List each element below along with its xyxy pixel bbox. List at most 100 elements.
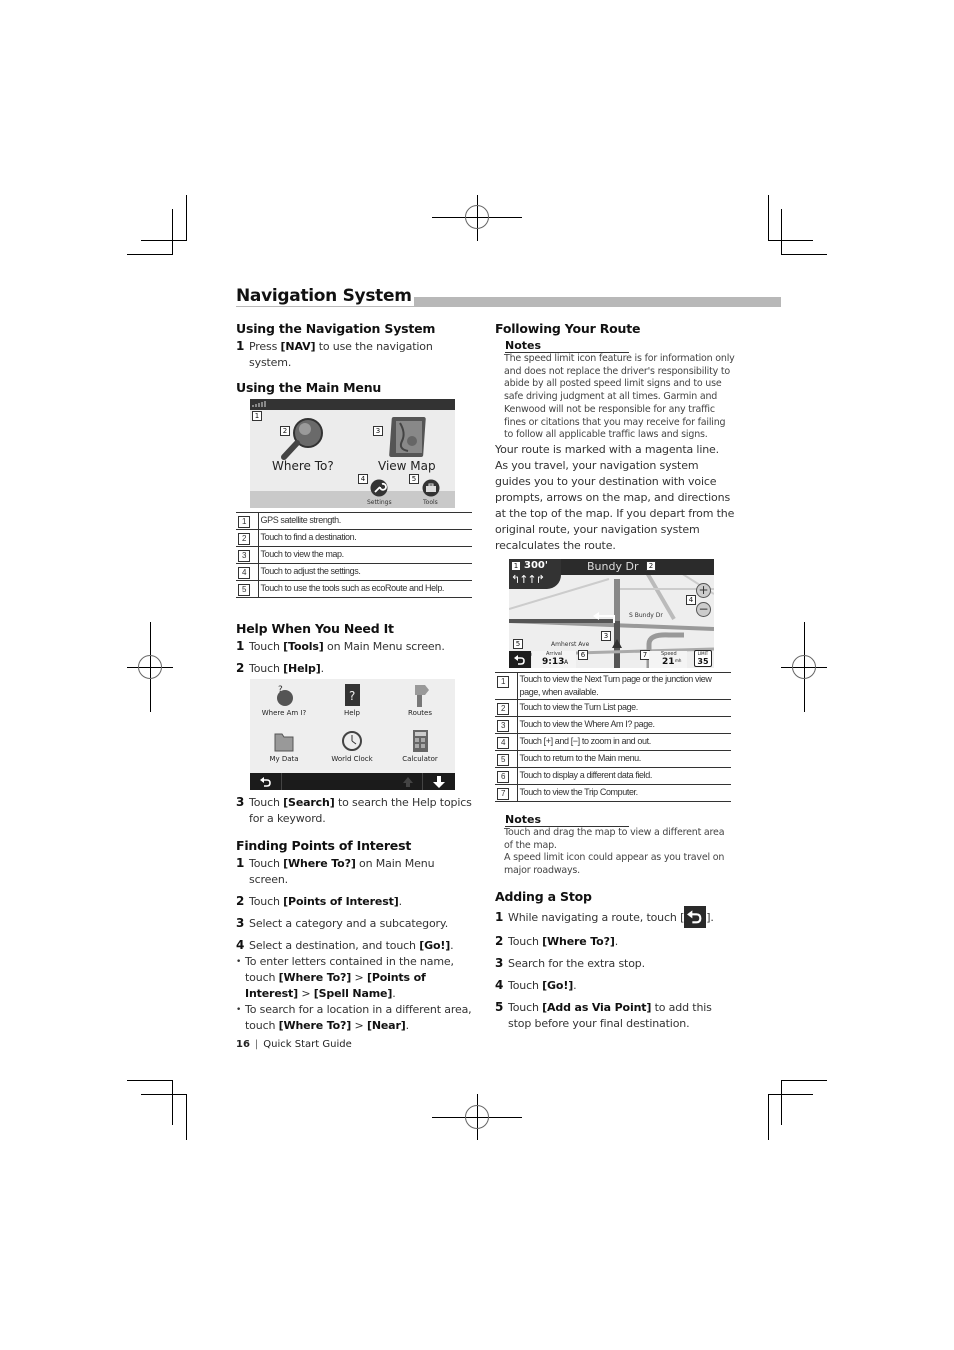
signpost-icon (409, 683, 431, 707)
paragraph: Your route is marked with a magenta line… (495, 442, 720, 456)
section-help: Help When You Need It 1 Touch [Tools] on … (236, 620, 474, 827)
notes-text: The speed limit icon feature is for info… (504, 353, 735, 441)
section-following-route: Following Your Route Notes The speed lim… (495, 320, 735, 878)
zoom-out-button[interactable]: − (696, 601, 711, 617)
where-am-i-button[interactable]: ? Where Am I? (250, 683, 318, 717)
tools-label: Tools (423, 499, 438, 506)
lane-arrows-icon: ↰↑↑↱ (511, 572, 545, 586)
menu-button[interactable] (509, 650, 531, 668)
globe-icon: ? (273, 683, 295, 707)
view-map-button[interactable]: View Map (378, 414, 448, 474)
section-heading: Using the Navigation System (236, 321, 436, 336)
notes-text: A speed limit icon could appear as you t… (504, 852, 725, 877)
callout-1: 1 (511, 560, 521, 571)
page-title-bar: Navigation System (236, 286, 781, 308)
scroll-up-button[interactable] (396, 773, 420, 790)
speed-field[interactable]: Speed 21 mh (649, 650, 687, 668)
step: 4 Select a destination, and touch [Go!]. (236, 938, 454, 952)
back-button[interactable] (250, 773, 282, 790)
step: 1 Press [NAV] to use the navigation syste… (236, 339, 433, 369)
footer-separator: | (254, 1039, 259, 1050)
bullet-item: To enter letters contained in the name, … (236, 954, 474, 1002)
gps-signal-icon (252, 401, 266, 407)
legend-row: 1 GPS satellite strength. (236, 512, 472, 530)
section-heading: Following Your Route (495, 321, 641, 336)
magnifier-icon (281, 418, 323, 460)
step: 2 Touch [Help]. (236, 661, 324, 675)
section-heading: Finding Points of Interest (236, 838, 412, 853)
world-clock-button[interactable]: World Clock (318, 729, 386, 763)
zoom-in-button[interactable]: + (696, 582, 711, 598)
map-screenshot: S Bundy Dr Amherst Ave Bundy Dr 300' ↰↑↑… (509, 558, 714, 668)
arrival-field[interactable]: Arrival 9:13 A (532, 650, 576, 668)
page-footer: 16 | Quick Start Guide (236, 1039, 352, 1050)
legend-row: 4 Touch [+] and [−] to zoom in and out. (495, 732, 731, 751)
legend-row: 7 Touch to view the Trip Computer. (495, 783, 731, 802)
callout-5: 5 (513, 638, 523, 649)
step: 1 Touch [Where To?] on Main Menu screen. (236, 856, 435, 886)
legend-row: 5 Touch to return to the Main menu. (495, 749, 731, 768)
callout-2: 2 (646, 560, 656, 571)
legend-row: 6 Touch to display a different data field… (495, 766, 731, 785)
callout-3: 3 (601, 630, 611, 641)
wrench-icon (370, 479, 388, 497)
right-column: Following Your Route Notes The speed lim… (495, 320, 735, 1037)
help-button[interactable]: ? Help (318, 683, 386, 717)
guide-name: Quick Start Guide (263, 1039, 352, 1050)
routes-button[interactable]: Routes (386, 683, 454, 717)
section-adding-stop: Adding a Stop 1 While navigating a route,… (495, 888, 735, 1032)
where-to-label: Where To? (272, 459, 334, 473)
help-toolbar (250, 773, 455, 790)
arrow-up-icon (403, 777, 413, 787)
view-map-label: View Map (378, 459, 436, 473)
step: 3 Touch [Search] to search the Help topic… (236, 795, 472, 825)
svg-text:?: ? (349, 689, 355, 703)
legend-row: 3 Touch to view the Where Am I? page. (495, 715, 731, 734)
legend-row: 4 Touch to adjust the settings. (236, 563, 472, 581)
step: 2 Touch [Where To?]. (495, 933, 619, 948)
step: 1 While navigating a route, touch []. (495, 905, 735, 928)
calculator-icon (409, 729, 431, 753)
arrow-down-icon (433, 776, 445, 788)
clock-icon (341, 729, 363, 753)
current-street: Bundy Dr (587, 559, 639, 573)
step: 3 Select a category and a subcategory. (236, 916, 449, 930)
turn-distance: 300' (524, 559, 548, 571)
section-heading: Help When You Need It (236, 621, 394, 636)
help-book-icon: ? (341, 683, 363, 707)
bullet-item: To search for a location in a different … (236, 1002, 474, 1034)
section-main-menu: Using the Main Menu 1 2 3 Where To? View… (236, 379, 474, 598)
callout-1: 1 (252, 411, 262, 421)
legend-row: 5 Touch to use the tools such as ecoRoute… (236, 580, 472, 598)
page-number: 16 (236, 1039, 250, 1050)
notes-label: Notes (505, 340, 629, 353)
left-column: Using the Navigation System 1 Press [NAV]… (236, 320, 474, 1034)
calculator-button[interactable]: Calculator (386, 729, 454, 763)
step: 3 Search for the extra stop. (495, 955, 645, 970)
my-data-button[interactable]: My Data (250, 729, 318, 763)
back-arrow-icon (260, 777, 271, 787)
legend-row: 3 Touch to view the map. (236, 546, 472, 564)
callout-4: 4 (686, 594, 696, 605)
page-title: Navigation System (236, 286, 414, 306)
map-legend: 1 Touch to view the Next Turn page or the… (495, 671, 731, 802)
side-street-label: Amherst Ave (551, 641, 590, 648)
notes-label: Notes (505, 813, 629, 827)
scroll-down-button[interactable] (422, 773, 455, 790)
settings-button[interactable]: Settings (365, 479, 393, 507)
step: 4 Touch [Go!]. (495, 977, 577, 992)
tools-screenshot: ? Where Am I? ? Help Routes My Data Worl… (250, 679, 455, 790)
folder-icon (273, 729, 295, 753)
section-heading: Adding a Stop (495, 888, 592, 904)
main-menu-legend: 1 GPS satellite strength. 2 Touch to find … (236, 512, 472, 598)
legend-row: 2 Touch to view the Turn List page. (495, 698, 731, 717)
where-to-button[interactable]: Where To? (272, 414, 342, 474)
tools-button[interactable]: Tools (418, 479, 446, 507)
legend-row: 1 Touch to view the Next Turn page or the… (495, 671, 731, 700)
main-menu-screenshot: 1 2 3 Where To? View Map 4 5 Settings To… (250, 399, 455, 508)
back-arrow-icon (514, 654, 525, 665)
notes-text: Touch and drag the map to view a differe… (504, 826, 725, 851)
back-button-icon (684, 905, 707, 928)
step: 1 Touch [Tools] on Main Menu screen. (236, 639, 445, 653)
map-icon (389, 417, 426, 457)
